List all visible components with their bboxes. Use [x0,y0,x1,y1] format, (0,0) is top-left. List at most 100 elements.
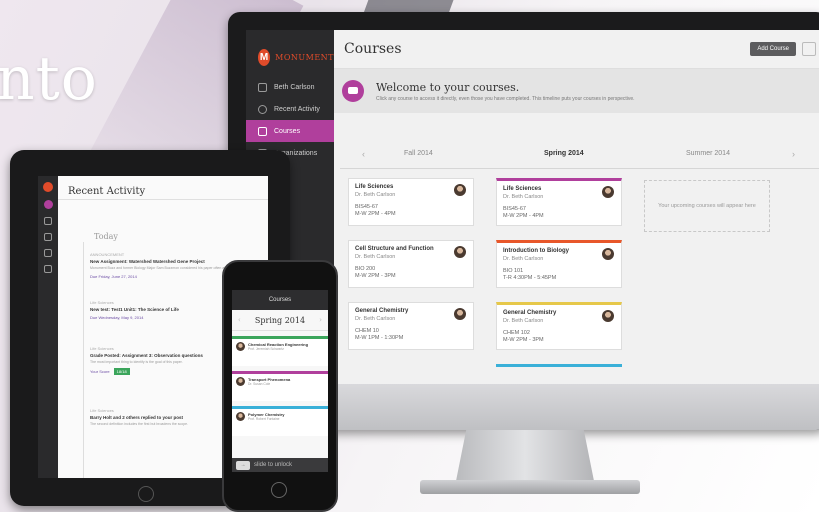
course-time: T-R 4:30PM - 5:45PM [503,275,557,281]
avatar [602,310,614,322]
home-button[interactable] [138,486,154,502]
course-professor: Dr. Beth Carlson [503,194,544,200]
course-code: BIS45-67 [503,206,526,212]
term-current[interactable]: Spring 2014 [544,150,584,157]
course-professor: Dr. Beth Carlson [503,256,544,262]
today-label: Today [94,232,118,241]
phone-navbar: Courses [232,290,328,310]
timeline-line [83,242,84,478]
course-card[interactable]: General Chemistry Dr. Beth Carlson CHEM … [496,302,622,350]
sidebar-item-profile[interactable]: Beth Carlson [246,76,334,98]
search-icon[interactable] [802,42,816,56]
course-time: M-W 2PM - 4PM [355,211,396,217]
course-time: M-W 2PM - 4PM [503,213,544,219]
course-code: CHEM 10 [355,328,379,334]
avatar [236,377,245,386]
activity-meta: ANNOUNCEMENT [90,252,125,257]
course-professor: Dr. Beth Carlson [355,316,396,322]
avatar [602,248,614,260]
avatar [454,308,466,320]
group-icon[interactable] [44,233,52,241]
term-timeline: ‹ Fall 2014 Spring 2014 Summer 2014 › [334,146,819,166]
avatar [236,412,245,421]
course-time: M-W 1PM - 1:30PM [355,335,404,341]
brand[interactable]: M MONUMENT [246,30,334,72]
sidebar-item-label: Recent Activity [274,105,320,113]
monitor-stand [455,430,595,486]
course-professor: Prof. Robert Fontaine [248,417,280,421]
avatar [454,246,466,258]
chat-icon[interactable] [44,265,52,273]
hero-text: nto [0,44,98,114]
welcome-subtitle: Click any course to access it directly, … [376,95,635,102]
course-card[interactable]: Polymer Chemistry Prof. Robert Fontaine [232,406,328,436]
course-professor: Dr. Susan Cole [248,382,271,386]
welcome-banner: Welcome to your courses. Click any cours… [334,69,819,113]
brand-logo[interactable] [43,182,53,192]
course-title: Cell Structure and Function [355,246,434,252]
book-icon[interactable] [44,217,52,225]
sidebar-item-recent-activity[interactable]: Recent Activity [246,98,334,120]
monitor-base [420,480,640,494]
timeline-divider [340,168,819,169]
course-time: M-W 2PM - 3PM [355,273,396,279]
user-icon [258,82,267,92]
chevron-left-icon[interactable]: ‹ [238,316,241,324]
course-title: Life Sciences [355,184,394,190]
course-professor: Dr. Beth Carlson [355,254,396,260]
upcoming-placeholder: Your upcoming courses will appear here [644,180,770,232]
calendar-icon[interactable] [44,249,52,257]
book-icon [258,126,267,136]
course-title: Introduction to Biology [503,248,569,254]
clock-icon[interactable] [43,200,53,209]
course-code: BIO 200 [355,266,376,272]
avatar [602,186,614,198]
course-card[interactable]: Cell Structure and Function Dr. Beth Car… [348,240,474,288]
sidebar-item-courses[interactable]: Courses [246,120,334,142]
course-time: M-W 2PM - 3PM [503,337,544,343]
course-card[interactable]: Introduction to Biology Dr. Beth Carlson… [496,240,622,288]
course-professor: Dr. Beth Carlson [503,318,544,324]
main-content: Courses Add Course Welcome to your cours… [334,30,819,384]
chevron-right-icon[interactable]: › [792,149,795,159]
term-next[interactable]: Summer 2014 [686,150,730,157]
course-card[interactable]: Chemical Reaction Engineering Prof. Jere… [232,336,328,366]
chevron-left-icon[interactable]: ‹ [362,149,365,159]
sidebar-item-label: Courses [274,127,301,135]
sidebar-item-label: Beth Carlson [274,83,315,91]
add-course-button[interactable]: Add Course [750,42,796,56]
course-card[interactable]: Life Sciences Dr. Beth Carlson BIS45-67 … [496,178,622,226]
clock-icon [258,104,267,114]
arrow-right-icon[interactable]: → [236,460,250,470]
score-badge: 18/18 [113,368,130,375]
home-button[interactable] [271,482,287,498]
course-code: BIS45-67 [355,204,378,210]
phone-term: Spring 2014 [254,315,306,325]
course-title: General Chemistry [503,310,557,316]
course-card[interactable]: Transport Phenomena Dr. Susan Cole [232,371,328,401]
course-code: CHEM 102 [503,330,530,336]
term-prev[interactable]: Fall 2014 [404,150,433,157]
course-card-edge [496,364,622,367]
brand-name: MONUMENT [275,52,334,62]
brand-logo: M [258,48,271,66]
course-card[interactable]: Life Sciences Dr. Beth Carlson BIS45-67 … [348,178,474,226]
course-professor: Prof. Jeremiah Schwartz [248,347,284,351]
course-title: Life Sciences [503,186,542,192]
slide-to-unlock: → slide to unlock [232,458,328,472]
avatar [236,342,245,351]
slide-to-unlock-label: slide to unlock [254,462,293,468]
avatar [454,184,466,196]
phone-term-selector: ‹ Spring 2014 › [232,310,328,331]
phone-title: Courses [268,297,292,303]
topbar: Courses Add Course [334,30,819,69]
phone-device: Courses ‹ Spring 2014 › Chemical Reactio… [222,260,338,512]
course-title: General Chemistry [355,308,409,314]
course-professor: Dr. Beth Carlson [355,192,396,198]
score-label: Your Score [90,369,110,374]
phone-screen: Courses ‹ Spring 2014 › Chemical Reactio… [232,290,328,472]
course-code: BIO 101 [503,268,524,274]
tablet-page-title: Recent Activity [58,176,268,200]
course-card[interactable]: General Chemistry Dr. Beth Carlson CHEM … [348,302,474,350]
chevron-right-icon[interactable]: › [319,316,322,324]
